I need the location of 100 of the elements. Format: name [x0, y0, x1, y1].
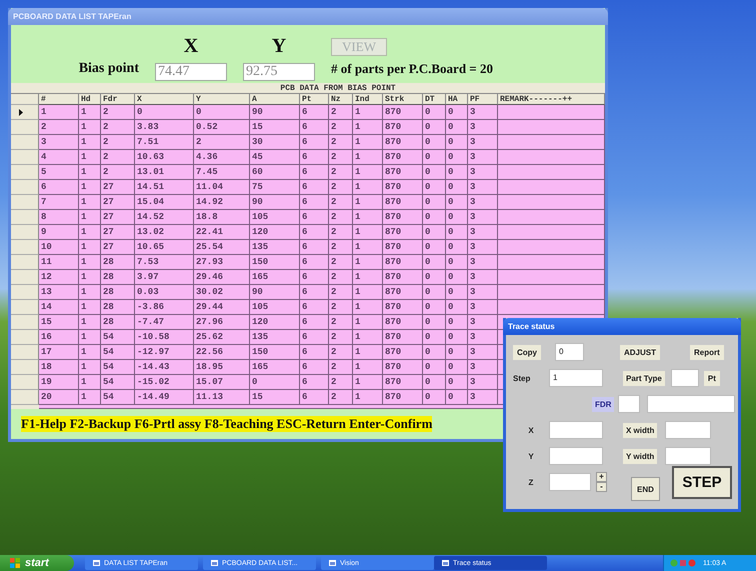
table-cell: 1 [353, 390, 383, 405]
start-button[interactable]: start [0, 555, 74, 571]
table-cell: 2 [329, 270, 353, 285]
table-cell: 6 [300, 345, 329, 360]
report-button[interactable]: Report [690, 344, 724, 360]
table-cell: 1 [79, 315, 101, 330]
fdr-field[interactable] [618, 395, 640, 413]
copy-button[interactable]: Copy [513, 344, 541, 360]
table-cell: 6 [300, 180, 329, 195]
table-cell: 0 [423, 330, 446, 345]
table-cell: 25.62 [194, 330, 250, 345]
table-cell: 6 [300, 150, 329, 165]
adjust-button[interactable]: ADJUST [620, 344, 660, 360]
table-cell: 3 [468, 390, 498, 405]
table-cell: -10.58 [135, 330, 194, 345]
table-cell: 0.03 [135, 285, 194, 300]
table-cell: 0 [423, 270, 446, 285]
table-cell: 2 [101, 120, 135, 135]
table-cell: 14.52 [135, 210, 194, 225]
table-cell: 0 [446, 315, 468, 330]
table-cell: 0 [250, 375, 300, 390]
table-cell: 0 [194, 105, 250, 120]
table-cell: 2 [329, 285, 353, 300]
table-cell: 6 [300, 330, 329, 345]
table-cell: 2 [194, 135, 250, 150]
table-cell: 870 [383, 225, 423, 240]
table-cell: 54 [101, 390, 135, 405]
pt-button[interactable]: Pt [704, 370, 720, 386]
y-width-label: Y width [623, 448, 658, 464]
table-cell: 1 [79, 210, 101, 225]
table-cell: 0 [446, 150, 468, 165]
z-field[interactable] [549, 473, 591, 491]
x-width-field[interactable] [665, 421, 712, 439]
table-cell: 14.51 [135, 180, 194, 195]
table-cell: 165 [250, 360, 300, 375]
table-cell: 3 [468, 300, 498, 315]
table-cell: 2 [329, 165, 353, 180]
table-cell: 7.45 [194, 165, 250, 180]
table-cell: 1 [79, 270, 101, 285]
table-cell: 15 [250, 390, 300, 405]
table-cell: 6 [300, 360, 329, 375]
step-button[interactable]: STEP [672, 466, 732, 498]
table-cell: 2 [329, 390, 353, 405]
table-cell: 0 [423, 255, 446, 270]
table-cell: 18 [39, 360, 79, 375]
y-width-field[interactable] [665, 447, 712, 465]
table-cell: -14.49 [135, 390, 194, 405]
table-cell: 0 [446, 240, 468, 255]
table-cell: 1 [353, 180, 383, 195]
table-cell: 6 [300, 375, 329, 390]
table-cell: 0 [446, 180, 468, 195]
part-type-field[interactable] [670, 369, 699, 387]
table-cell: 28 [101, 255, 135, 270]
end-button[interactable]: END [631, 477, 660, 501]
table-cell: 1 [79, 375, 101, 390]
table-cell: 0 [423, 300, 446, 315]
row-selector[interactable] [11, 105, 39, 120]
step-field[interactable]: 1 [549, 369, 603, 387]
table-cell: 3.83 [135, 120, 194, 135]
table-cell: 27 [101, 240, 135, 255]
fdr-name-field[interactable] [647, 395, 736, 413]
copy-field[interactable]: 0 [555, 343, 584, 361]
table-cell: 54 [101, 330, 135, 345]
table-cell: 5 [39, 165, 79, 180]
table-cell: 1 [79, 240, 101, 255]
table-cell: 135 [250, 240, 300, 255]
table-cell: 2 [329, 240, 353, 255]
table-cell: 1 [79, 285, 101, 300]
table-cell: 1 [353, 375, 383, 390]
table-cell: 0 [423, 360, 446, 375]
table-caption: PCB DATA FROM BIAS POINT [11, 83, 605, 94]
table-cell: 12 [39, 270, 79, 285]
table-cell: 3 [468, 120, 498, 135]
x-field[interactable] [549, 421, 603, 439]
decrement-button[interactable]: - [596, 482, 607, 492]
table-cell: 1 [79, 225, 101, 240]
table-cell: 28 [101, 315, 135, 330]
x-label: X [527, 426, 535, 434]
table-cell: 45 [250, 150, 300, 165]
y-field[interactable] [549, 447, 603, 465]
table-cell: 0 [446, 300, 468, 315]
table-cell: 1 [79, 330, 101, 345]
table-cell: 3 [468, 345, 498, 360]
table-cell: 0 [423, 345, 446, 360]
table-cell: 0 [423, 285, 446, 300]
table-cell: 3 [468, 270, 498, 285]
table-cell: 1 [79, 135, 101, 150]
table-cell: 1 [353, 150, 383, 165]
table-cell: 3.97 [135, 270, 194, 285]
table-cell: 54 [101, 360, 135, 375]
table-cell: 13 [39, 285, 79, 300]
window-icon [329, 560, 336, 566]
table-cell: 1 [79, 150, 101, 165]
table-cell: 2 [329, 195, 353, 210]
table-cell: -14.43 [135, 360, 194, 375]
table-cell: 2 [329, 300, 353, 315]
increment-button[interactable]: + [596, 472, 607, 482]
table-cell: -3.86 [135, 300, 194, 315]
table-cell: 60 [250, 165, 300, 180]
table-cell: 2 [329, 105, 353, 120]
